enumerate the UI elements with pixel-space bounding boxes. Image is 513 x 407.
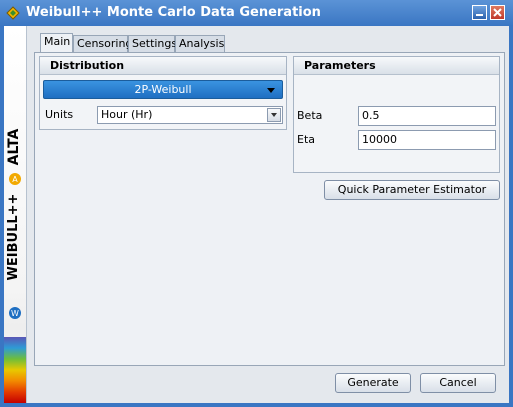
tab-main[interactable]: Main	[40, 33, 73, 54]
dialog-window: Weibull++ Monte Carlo Data Generation AL…	[0, 0, 513, 407]
units-label: Units	[45, 108, 74, 121]
weibull-logo-text: WEIBULL++	[6, 193, 21, 281]
cancel-button[interactable]: Cancel	[420, 373, 496, 393]
brand-color-bar	[4, 337, 26, 403]
tab-analysis[interactable]: Analysis	[175, 35, 225, 52]
product-sidebar: ALTA A WEIBULL++ W	[4, 26, 27, 403]
distribution-value: 2P-Weibull	[134, 83, 192, 96]
close-button[interactable]	[490, 5, 505, 20]
title-bar[interactable]: Weibull++ Monte Carlo Data Generation	[0, 0, 513, 26]
dialog-client-area: ALTA A WEIBULL++ W Main Censoring Settin…	[4, 26, 509, 403]
weibull-logo-icon: W	[9, 307, 21, 319]
units-select[interactable]: Hour (Hr)	[97, 106, 283, 124]
window-title: Weibull++ Monte Carlo Data Generation	[26, 5, 321, 20]
app-icon	[6, 6, 20, 20]
chevron-down-icon	[267, 88, 275, 93]
beta-field[interactable]: 0.5	[358, 106, 496, 126]
eta-field[interactable]: 10000	[358, 130, 496, 150]
main-tab-panel: Distribution 2P-Weibull Units Hour (Hr) …	[34, 52, 505, 366]
beta-label: Beta	[297, 109, 323, 122]
quick-parameter-estimator-button[interactable]: Quick Parameter Estimator	[324, 180, 500, 200]
tab-censoring[interactable]: Censoring	[73, 35, 132, 52]
distribution-header: Distribution	[40, 57, 286, 75]
close-icon	[493, 8, 502, 17]
minimize-icon	[476, 14, 483, 16]
parameters-header: Parameters	[294, 57, 499, 75]
distribution-dropdown[interactable]: 2P-Weibull	[43, 80, 283, 99]
minimize-button[interactable]	[472, 5, 487, 20]
tab-settings[interactable]: Settings	[128, 35, 177, 52]
parameters-group: Parameters Beta 0.5 Eta 10000	[293, 56, 500, 173]
units-value: Hour (Hr)	[101, 108, 153, 121]
distribution-group: Distribution 2P-Weibull Units Hour (Hr)	[39, 56, 287, 130]
generate-button[interactable]: Generate	[335, 373, 411, 393]
svg-text:W: W	[11, 309, 19, 318]
chevron-down-icon	[267, 108, 281, 122]
eta-label: Eta	[297, 133, 316, 146]
